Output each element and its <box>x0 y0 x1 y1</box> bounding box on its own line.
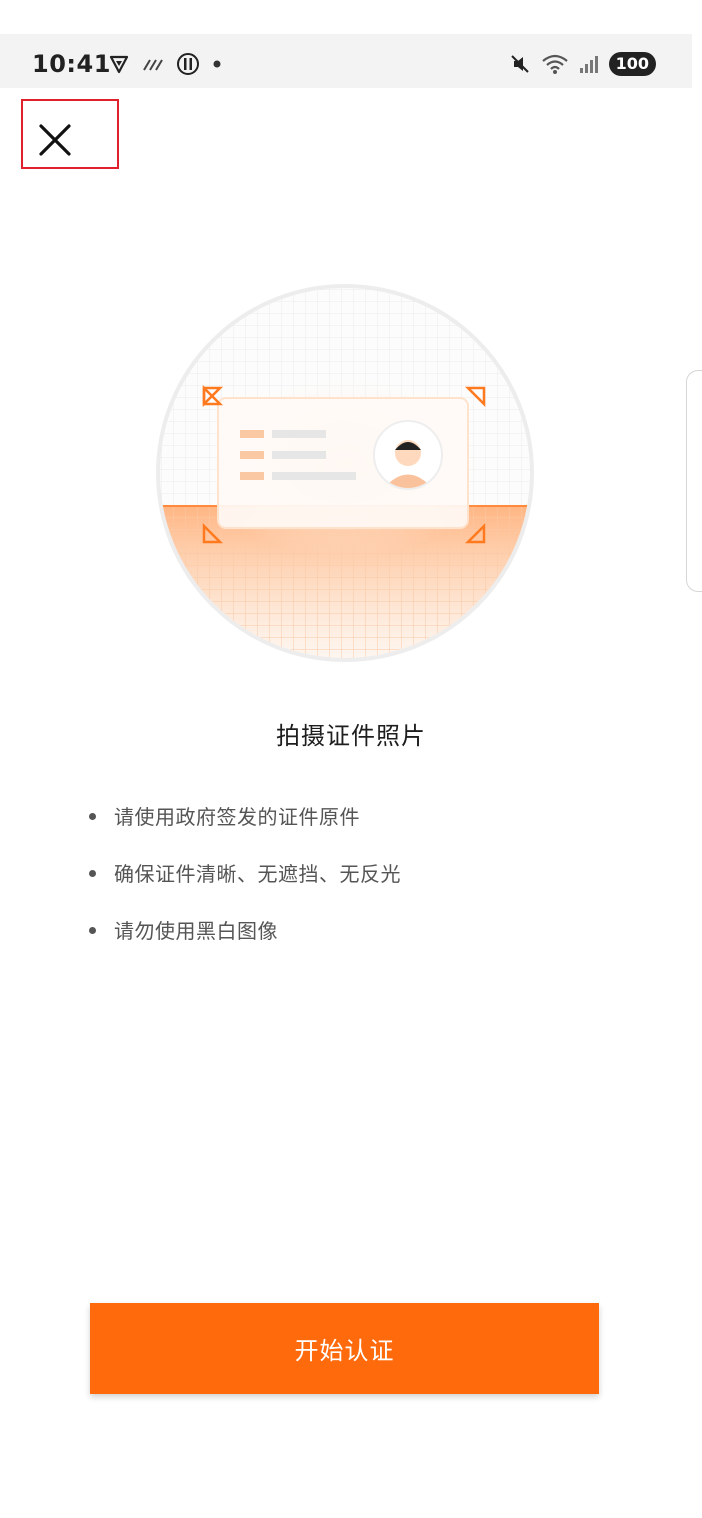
close-button[interactable] <box>21 99 119 169</box>
status-right-icons: 100 <box>509 51 656 77</box>
close-icon[interactable] <box>37 122 73 158</box>
app-notification-icon <box>177 53 199 75</box>
status-time: 10:41 <box>32 50 111 78</box>
page-title: 拍摄证件照片 <box>276 722 426 750</box>
signal-icon <box>579 56 598 73</box>
dot-icon <box>213 60 221 68</box>
tips-list: 请使用政府签发的证件原件 确保证件清晰、无遮挡、无反光 请勿使用黑白图像 <box>88 800 401 971</box>
status-left-icons <box>108 52 222 76</box>
side-panel-handle[interactable] <box>686 370 702 592</box>
mute-icon <box>510 55 529 73</box>
vpn-shield-icon <box>109 55 129 74</box>
start-verification-button[interactable]: 开始认证 <box>90 1303 599 1394</box>
wifi-icon <box>541 54 568 74</box>
battery-icon: 100 <box>608 52 656 76</box>
tip-item: 请勿使用黑白图像 <box>88 914 401 971</box>
id-photo-guide-screen: 10:41 100 拍摄证件照片 请使用政府签发的证件原件 确保证件清晰、无遮挡… <box>0 0 702 1518</box>
data-transfer-icon <box>143 59 163 71</box>
tip-item: 请使用政府签发的证件原件 <box>88 800 401 857</box>
id-card-illustration <box>156 284 534 662</box>
tip-item: 确保证件清晰、无遮挡、无反光 <box>88 857 401 914</box>
